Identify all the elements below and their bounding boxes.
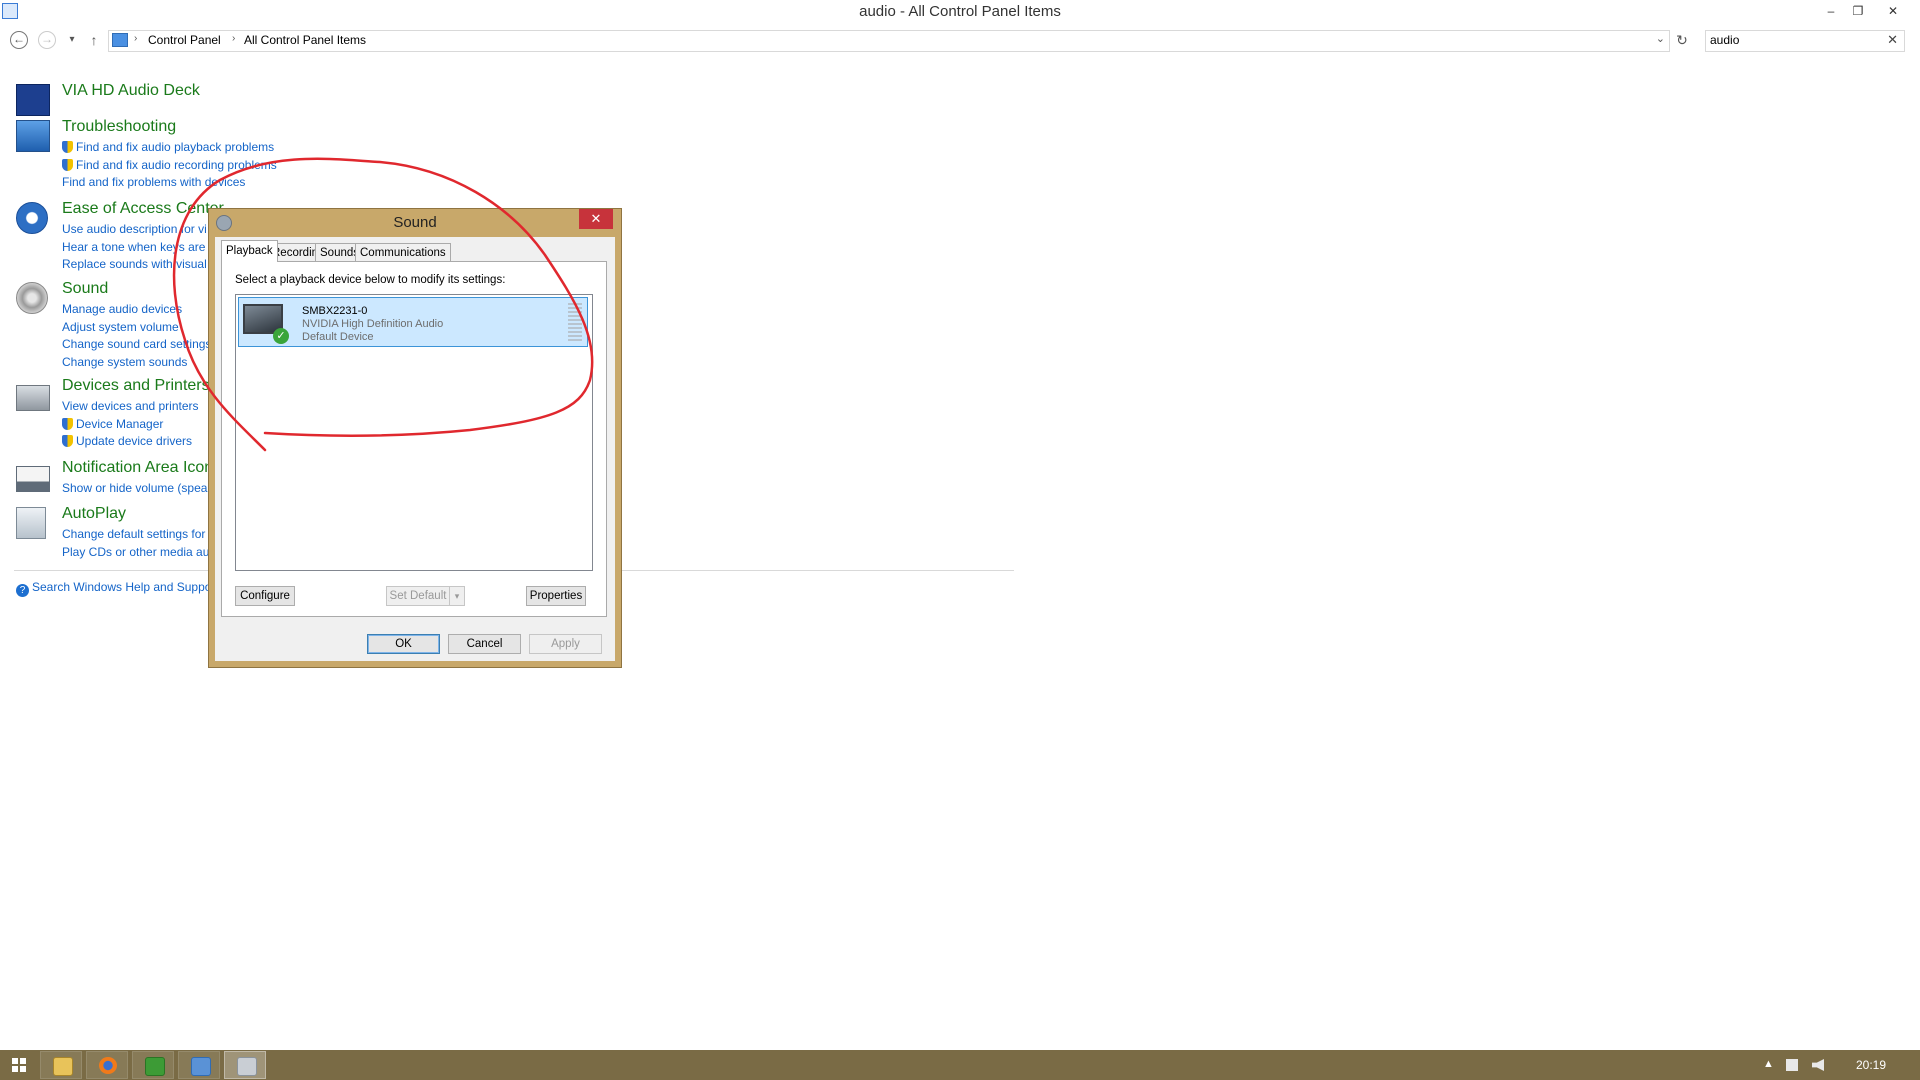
- volume-icon[interactable]: [1812, 1059, 1824, 1071]
- breadcrumb-control-panel[interactable]: Control Panel: [148, 33, 221, 47]
- group-title-sound[interactable]: Sound: [62, 280, 108, 298]
- link-system-sounds[interactable]: Change system sounds: [62, 355, 211, 373]
- uac-shield-icon: [62, 158, 73, 171]
- window-title: audio - All Control Panel Items: [859, 3, 1061, 20]
- cancel-button[interactable]: Cancel: [448, 634, 521, 654]
- autoplay-icon: [16, 507, 46, 539]
- link-autoplay-defaults[interactable]: Change default settings for: [62, 527, 213, 545]
- up-button[interactable]: ↑: [84, 30, 104, 50]
- link-replace-sounds[interactable]: Replace sounds with visual c: [62, 257, 216, 275]
- link-play-cds[interactable]: Play CDs or other media aut: [62, 545, 213, 563]
- breadcrumb-separator: ›: [134, 33, 138, 44]
- taskbar-sound[interactable]: [224, 1051, 266, 1079]
- set-default-dropdown-icon[interactable]: ▾: [449, 586, 465, 606]
- taskbar-clock[interactable]: 20:19: [1856, 1058, 1886, 1072]
- link-adjust-volume[interactable]: Adjust system volume: [62, 320, 211, 338]
- link-manage-audio-devices[interactable]: Manage audio devices: [62, 302, 211, 320]
- window-titlebar: audio - All Control Panel Items – ❐ ✕: [0, 0, 1920, 24]
- uac-shield-icon: [62, 435, 73, 447]
- apply-button[interactable]: Apply: [529, 634, 602, 654]
- link-fix-recording[interactable]: Find and fix audio recording problems: [62, 158, 277, 176]
- device-name: SMBX2231-0: [302, 305, 368, 317]
- ease-of-access-icon: [16, 202, 48, 234]
- breadcrumb-all-items[interactable]: All Control Panel Items: [244, 33, 366, 47]
- search-input[interactable]: [1706, 31, 1874, 49]
- link-fix-playback[interactable]: Find and fix audio playback problems: [62, 140, 277, 158]
- sound-dialog: Sound ✕ Playback Recording Sounds Commun…: [208, 208, 622, 668]
- address-bar-row: ← → ▾ ↑ › Control Panel › All Control Pa…: [0, 28, 1920, 54]
- troubleshooting-icon: [16, 120, 50, 152]
- firefox-icon: [99, 1057, 117, 1074]
- taskbar-file-explorer[interactable]: [40, 1051, 82, 1079]
- group-title-autoplay[interactable]: AutoPlay: [62, 505, 126, 523]
- taskbar-control-panel[interactable]: [178, 1051, 220, 1079]
- default-device-check-icon: ✓: [273, 328, 289, 344]
- uac-shield-icon: [62, 141, 73, 153]
- taskbar: ▲ 20:19: [0, 1050, 1920, 1080]
- group-title-troubleshooting[interactable]: Troubleshooting: [62, 118, 176, 136]
- help-icon: ?: [16, 584, 29, 597]
- address-field[interactable]: › Control Panel › All Control Panel Item…: [108, 30, 1670, 52]
- device-driver: NVIDIA High Definition Audio: [302, 318, 444, 330]
- file-explorer-icon: [53, 1057, 73, 1076]
- clear-search-icon[interactable]: ✕: [1887, 32, 1898, 48]
- refresh-button[interactable]: ↻: [1672, 30, 1692, 50]
- search-box[interactable]: ✕: [1705, 30, 1905, 52]
- ok-button[interactable]: OK: [367, 634, 440, 654]
- playback-instruction: Select a playback device below to modify…: [235, 274, 506, 286]
- breadcrumb-separator: ›: [232, 33, 236, 44]
- close-window-button[interactable]: ✕: [1880, 1, 1906, 21]
- control-panel-icon: [191, 1057, 211, 1076]
- link-view-devices[interactable]: View devices and printers: [62, 399, 199, 417]
- action-center-icon[interactable]: [1786, 1059, 1798, 1071]
- link-show-hide-volume[interactable]: Show or hide volume (speak: [62, 481, 213, 499]
- back-button[interactable]: ←: [10, 31, 28, 49]
- taskbar-firefox[interactable]: [86, 1051, 128, 1079]
- forward-button[interactable]: →: [38, 31, 56, 49]
- group-title-ease-of-access[interactable]: Ease of Access Center: [62, 200, 224, 218]
- devices-printers-icon: [16, 385, 50, 411]
- level-meter: [568, 303, 582, 343]
- link-sound-card-settings[interactable]: Change sound card settings: [62, 337, 211, 355]
- sound-dialog-title: Sound: [393, 214, 437, 231]
- link-update-drivers[interactable]: Update device drivers: [62, 434, 199, 452]
- playback-tab-panel: Select a playback device below to modify…: [221, 261, 607, 617]
- control-panel-icon: [112, 33, 128, 47]
- device-status: Default Device: [302, 331, 374, 343]
- tab-playback[interactable]: Playback: [221, 240, 278, 262]
- group-title-devices-printers[interactable]: Devices and Printers: [62, 377, 210, 395]
- link-audio-description[interactable]: Use audio description for vi: [62, 222, 216, 240]
- device-item-smbx2231[interactable]: ✓ SMBX2231-0 NVIDIA High Definition Audi…: [238, 297, 588, 347]
- dialog-close-button[interactable]: ✕: [579, 209, 613, 229]
- notification-area-icon: [16, 466, 50, 492]
- sound-icon: [237, 1057, 257, 1076]
- playback-device-list[interactable]: ✓ SMBX2231-0 NVIDIA High Definition Audi…: [235, 294, 593, 571]
- recent-locations-button[interactable]: ▾: [62, 30, 82, 50]
- search-help-link[interactable]: ? Search Windows Help and Suppo: [16, 580, 211, 597]
- tab-communications[interactable]: Communications: [355, 243, 451, 263]
- dialog-client-area: Playback Recording Sounds Communications…: [215, 237, 615, 661]
- group-title-via-hd-audio[interactable]: VIA HD Audio Deck: [62, 82, 200, 100]
- link-hear-tone[interactable]: Hear a tone when keys are p: [62, 240, 216, 258]
- group-title-notification-area[interactable]: Notification Area Icon: [62, 459, 213, 477]
- set-default-button[interactable]: Set Default: [386, 586, 450, 606]
- uac-shield-icon: [62, 417, 73, 430]
- speaker-icon: [16, 282, 48, 314]
- minimize-button[interactable]: –: [1818, 1, 1844, 21]
- start-button[interactable]: [12, 1058, 26, 1072]
- properties-button[interactable]: Properties: [526, 586, 586, 606]
- link-device-manager[interactable]: Device Manager: [62, 417, 199, 435]
- show-hidden-icons-button[interactable]: ▲: [1763, 1058, 1774, 1070]
- restore-button[interactable]: ❐: [1845, 1, 1871, 21]
- address-dropdown-icon[interactable]: ⌄: [1656, 32, 1665, 45]
- configure-button[interactable]: Configure: [235, 586, 295, 606]
- link-fix-devices[interactable]: Find and fix problems with devices: [62, 175, 277, 193]
- via-hd-audio-icon: [16, 84, 50, 116]
- green-app-icon: [145, 1057, 165, 1076]
- taskbar-green-app[interactable]: [132, 1051, 174, 1079]
